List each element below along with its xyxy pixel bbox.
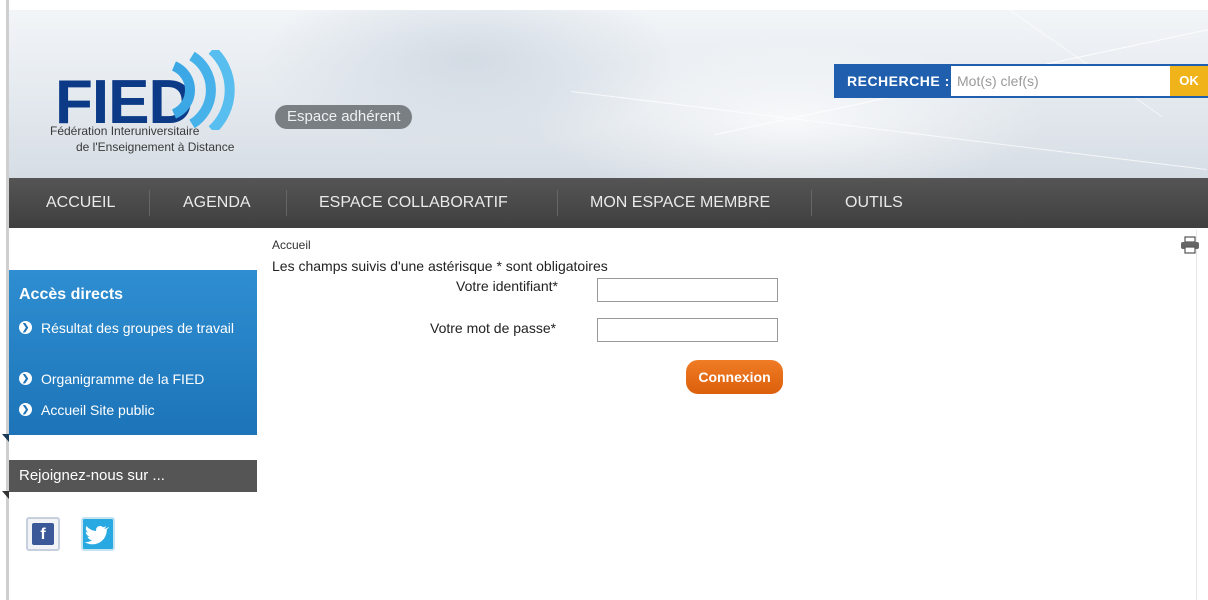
nav-item-outils[interactable]: OUTILS [845, 178, 903, 228]
logo-subtitle: de l'Enseignement à Distance [76, 140, 235, 154]
logo-waves-icon [171, 50, 235, 130]
panel-fold [2, 434, 9, 442]
print-icon[interactable] [1180, 236, 1200, 254]
acces-directs-panel: Accès directs ❯ Résultat des groupes de … [9, 270, 257, 435]
password-label: Votre mot de passe* [430, 320, 557, 336]
sidebar-link-label: Résultat des groupes de travail [41, 320, 234, 336]
header-glow [259, 10, 679, 150]
nav-separator [149, 190, 150, 216]
rejoignez-nous-title: Rejoignez-nous sur ... [19, 467, 165, 484]
rejoignez-nous-bar: Rejoignez-nous sur ... [9, 460, 257, 492]
sidebar-link-label: Accueil Site public [41, 402, 155, 418]
acces-directs-title: Accès directs [19, 286, 124, 303]
bullet-arrow-icon: ❯ [19, 403, 32, 416]
facebook-icon: f [32, 523, 54, 545]
panel-fold [2, 491, 9, 499]
espace-adherent-badge: Espace adhérent [275, 105, 413, 129]
nav-item-accueil[interactable]: ACCUEIL [46, 178, 115, 228]
twitter-button[interactable] [81, 517, 115, 551]
sidebar-link-label: Organigramme de la FIED [41, 371, 205, 387]
identifiant-label: Votre identifiant* [456, 278, 558, 294]
bullet-arrow-icon: ❯ [19, 372, 32, 385]
facebook-button[interactable]: f [26, 517, 60, 551]
twitter-icon [84, 526, 110, 545]
right-border [1196, 230, 1197, 600]
nav-item-mon-espace-membre[interactable]: MON ESPACE MEMBRE [590, 178, 770, 228]
bullet-arrow-icon: ❯ [19, 321, 32, 334]
search-label: RECHERCHE : [847, 73, 950, 89]
nav-item-espace-collaboratif[interactable]: ESPACE COLLABORATIF [319, 178, 508, 228]
search-input[interactable] [951, 66, 1171, 96]
breadcrumb[interactable]: Accueil [272, 238, 311, 252]
nav-item-agenda[interactable]: AGENDA [183, 178, 251, 228]
nav-separator [557, 190, 558, 216]
nav-separator [286, 190, 287, 216]
search-ok-button[interactable]: OK [1170, 66, 1208, 96]
main-nav: ACCUEIL AGENDA ESPACE COLLABORATIF MON E… [9, 178, 1208, 228]
identifiant-input[interactable] [597, 278, 778, 302]
logo-subtitle: Fédération Interuniversitaire [50, 124, 200, 138]
password-input[interactable] [597, 318, 778, 342]
required-fields-note: Les champs suivis d'une astérisque * son… [272, 258, 608, 274]
connexion-button[interactable]: Connexion [686, 360, 783, 394]
search-bar: RECHERCHE : [834, 64, 1208, 98]
nav-separator [811, 190, 812, 216]
